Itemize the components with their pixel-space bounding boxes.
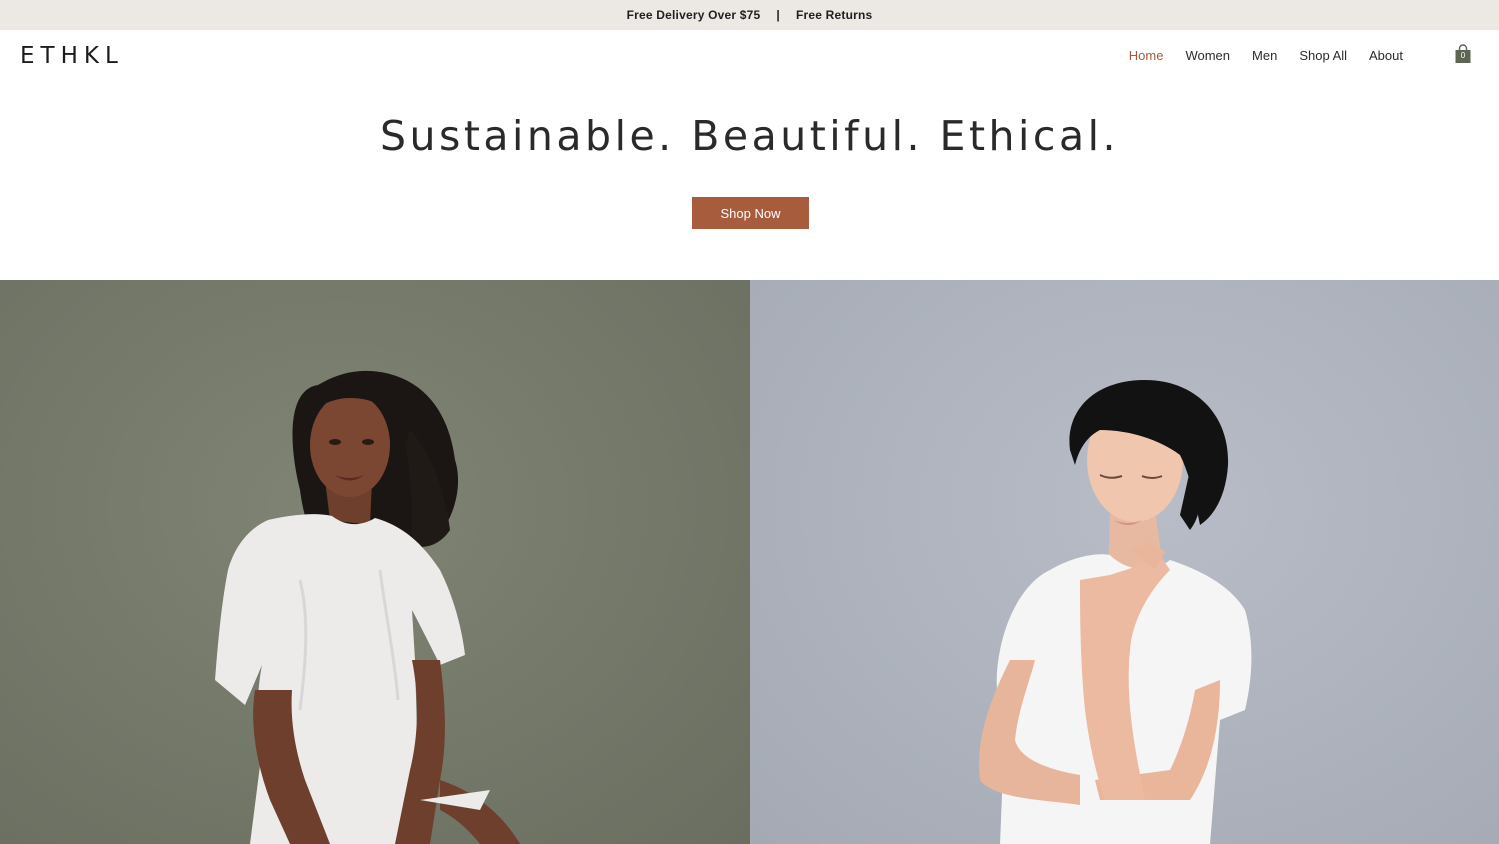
free-delivery-text: Free Delivery Over $75 — [626, 8, 761, 22]
man-photo-illustration — [979, 380, 1252, 844]
cart-button[interactable]: 0 — [1454, 44, 1472, 64]
shop-now-button[interactable]: Shop Now — [692, 197, 809, 229]
nav-item-shop-all[interactable]: Shop All — [1288, 48, 1358, 63]
site-header: ETHKL Home Women Men Shop All About 0 — [0, 30, 1499, 82]
main-nav: Home Women Men Shop All About — [1118, 48, 1414, 63]
cart-count: 0 — [1460, 51, 1466, 60]
men-hero-image[interactable] — [750, 280, 1499, 844]
nav-item-men[interactable]: Men — [1241, 48, 1288, 63]
free-returns-text: Free Returns — [795, 8, 873, 22]
woman-photo-illustration — [215, 370, 520, 844]
site-logo[interactable]: ETHKL — [20, 43, 124, 69]
nav-item-home[interactable]: Home — [1118, 48, 1175, 63]
announcement-separator: | — [776, 8, 780, 22]
nav-item-about[interactable]: About — [1358, 48, 1414, 63]
hero-title: Sustainable. Beautiful. Ethical. — [379, 112, 1120, 160]
women-hero-image[interactable] — [0, 280, 750, 844]
announcement-bar: Free Delivery Over $75 | Free Returns — [0, 0, 1499, 30]
nav-item-women[interactable]: Women — [1174, 48, 1241, 63]
